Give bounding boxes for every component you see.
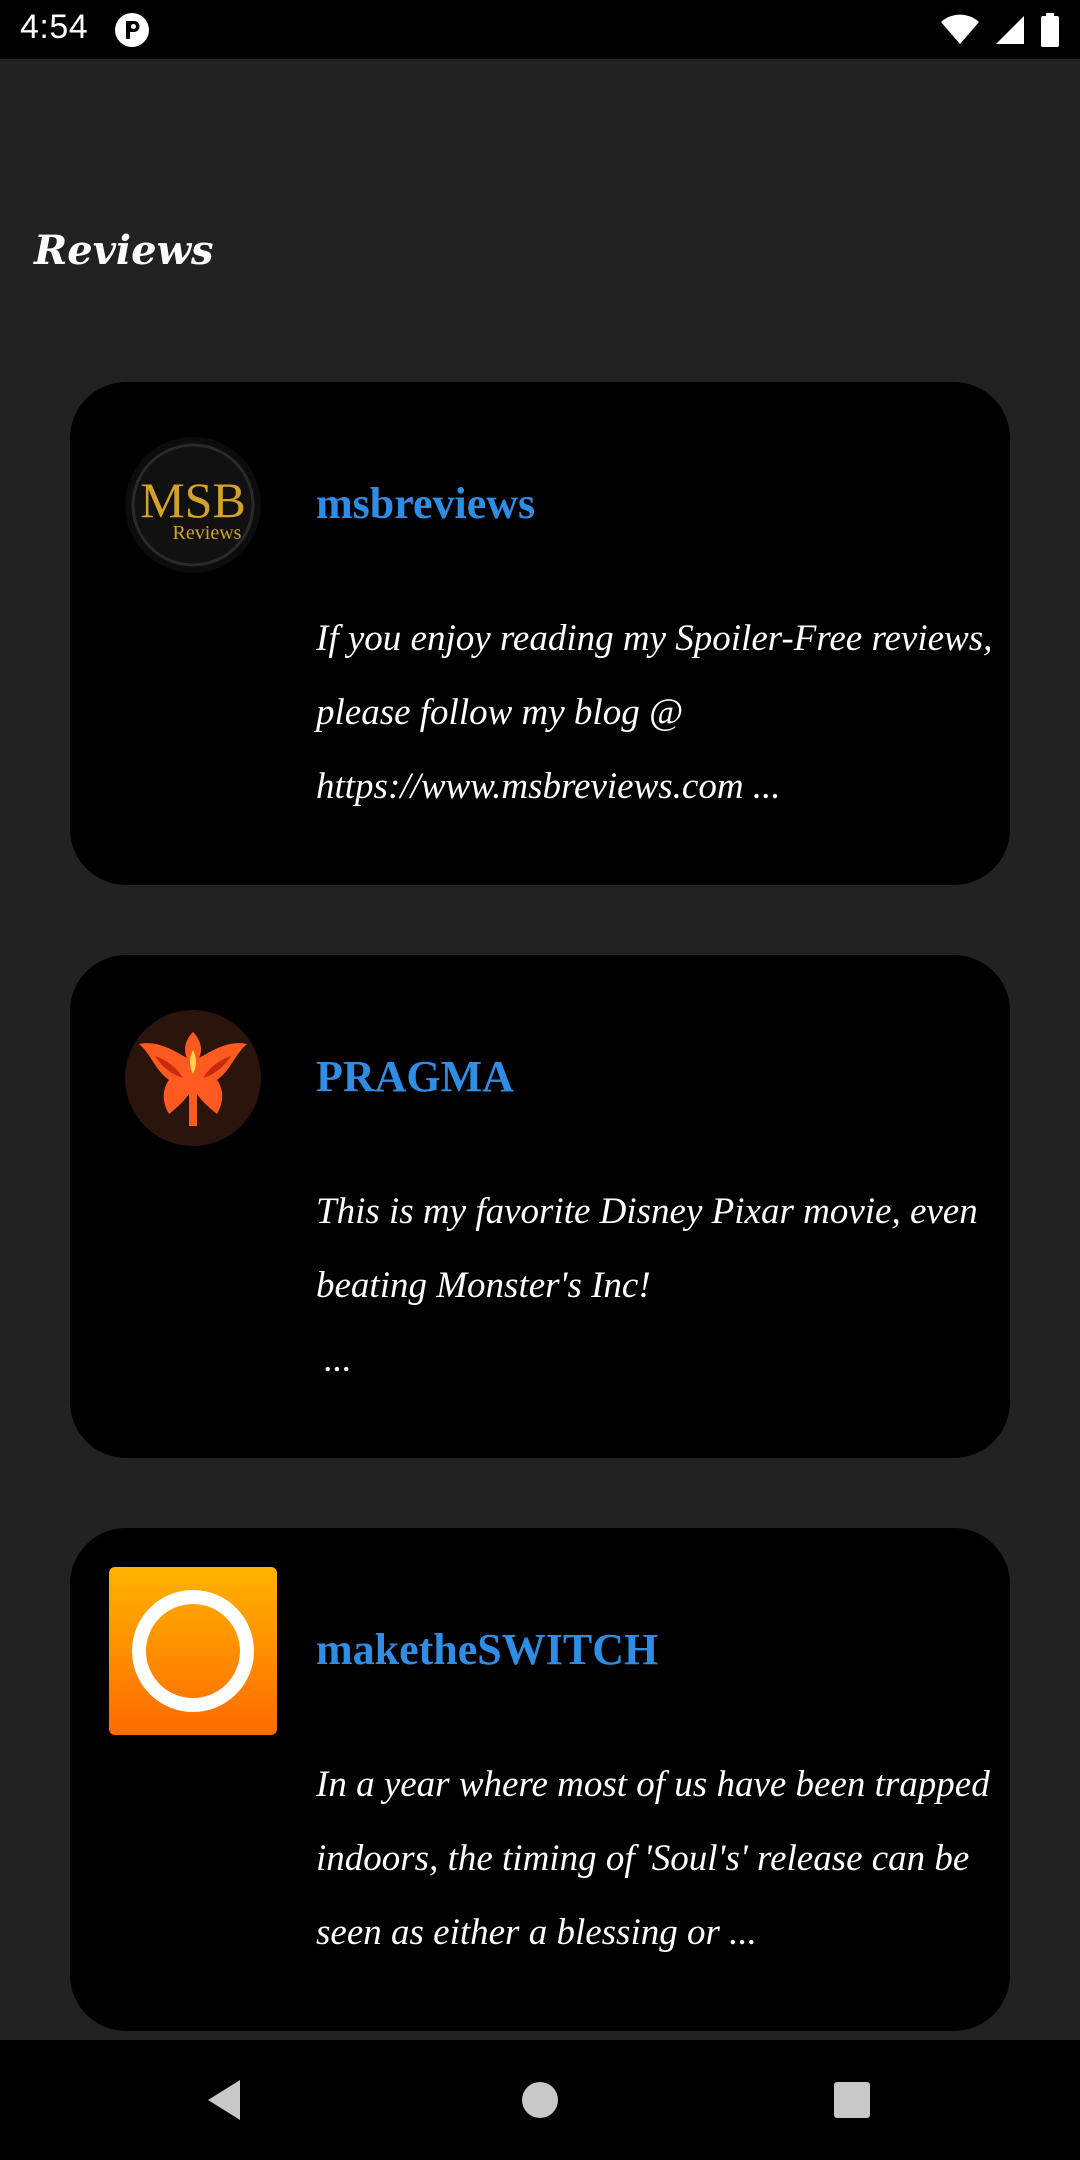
wifi-icon [941,14,979,44]
recents-icon[interactable] [824,2072,880,2128]
navigation-bar [0,2040,1080,2160]
cellular-signal-icon [996,16,1024,44]
review-excerpt: This is my favorite Disney Pixar movie, … [316,1175,996,1397]
home-icon[interactable] [512,2072,568,2128]
app-notification-icon [115,13,149,47]
review-card[interactable]: PRAGMA This is my favorite Disney Pixar … [70,955,1010,1458]
review-author[interactable]: PRAGMA [316,1051,514,1102]
status-bar: 4:54 [0,0,1080,59]
avatar: MSB Reviews [125,437,261,573]
review-excerpt: If you enjoy reading my Spoiler-Free rev… [316,618,993,807]
avatar [125,1010,261,1146]
status-icons [940,10,1060,50]
battery-icon [1041,13,1059,47]
page-title: Reviews [34,227,214,274]
phoenix-logo-icon [125,1010,261,1146]
review-card[interactable]: maketheSWITCH In a year where most of us… [70,1528,1010,2031]
avatar [109,1567,277,1735]
review-author[interactable]: maketheSWITCH [316,1624,658,1675]
status-time: 4:54 [20,8,89,46]
review-author[interactable]: msbreviews [316,478,535,529]
review-excerpt: In a year where most of us have been tra… [316,1764,990,1953]
svg-text:Reviews: Reviews [173,522,242,544]
review-card[interactable]: MSB Reviews msbreviews If you enjoy read… [70,382,1010,885]
review-ellipsis: ... [324,1339,352,1380]
svg-text:MSB: MSB [140,472,246,528]
reviews-screen: Reviews MSB Reviews msbreviews If you en… [0,59,1080,2039]
msb-logo-icon: MSB Reviews [125,437,261,573]
orange-ring-logo-icon [109,1567,277,1735]
back-icon[interactable] [198,2072,254,2128]
review-excerpt-text: This is my favorite Disney Pixar movie, … [316,1191,978,1306]
